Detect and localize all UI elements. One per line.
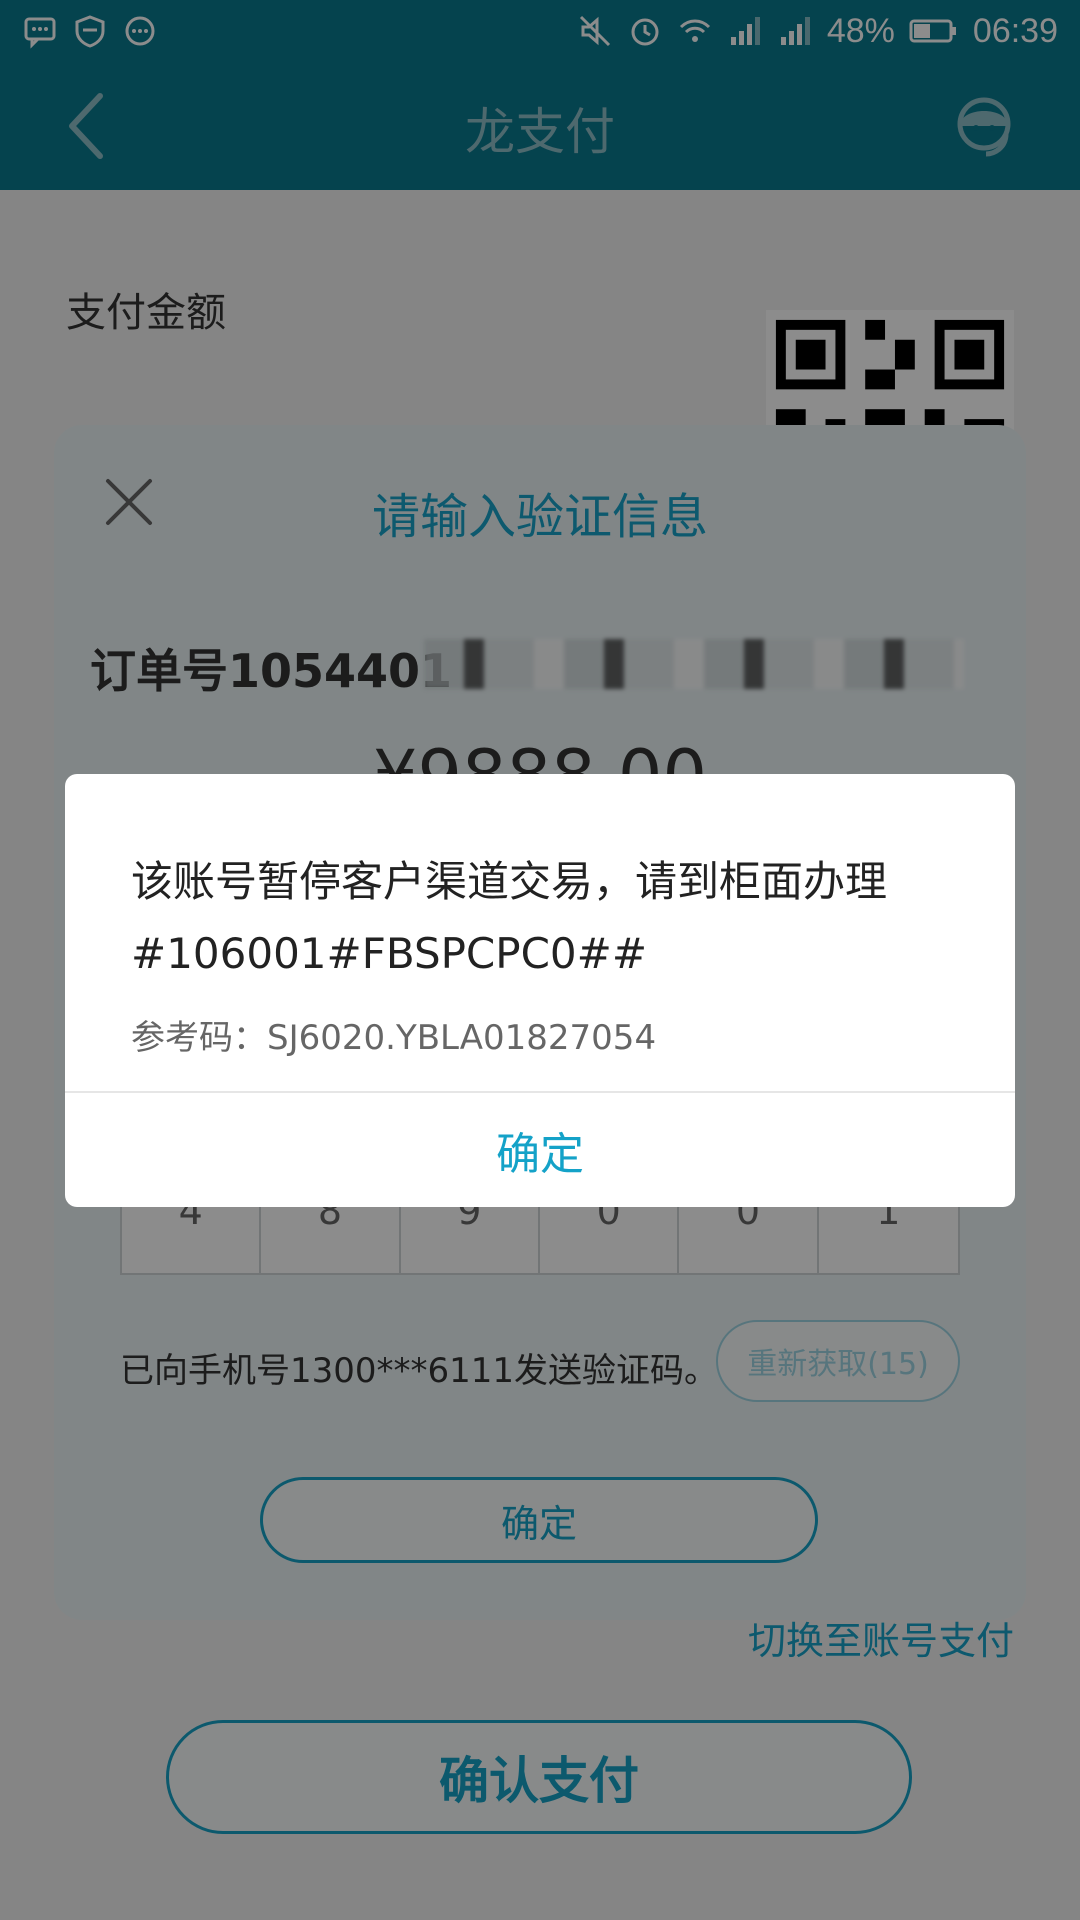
error-alert-dialog: 该账号暂停客户渠道交易，请到柜面办理#106001#FBSPCPC0## 参考码… [65,774,1015,1207]
alert-message: 该账号暂停客户渠道交易，请到柜面办理#106001#FBSPCPC0## [131,857,888,978]
alert-reference-code: 参考码：SJ6020.YBLA01827054 [131,1018,657,1058]
alert-ok-button[interactable]: 确定 [65,1093,1015,1207]
